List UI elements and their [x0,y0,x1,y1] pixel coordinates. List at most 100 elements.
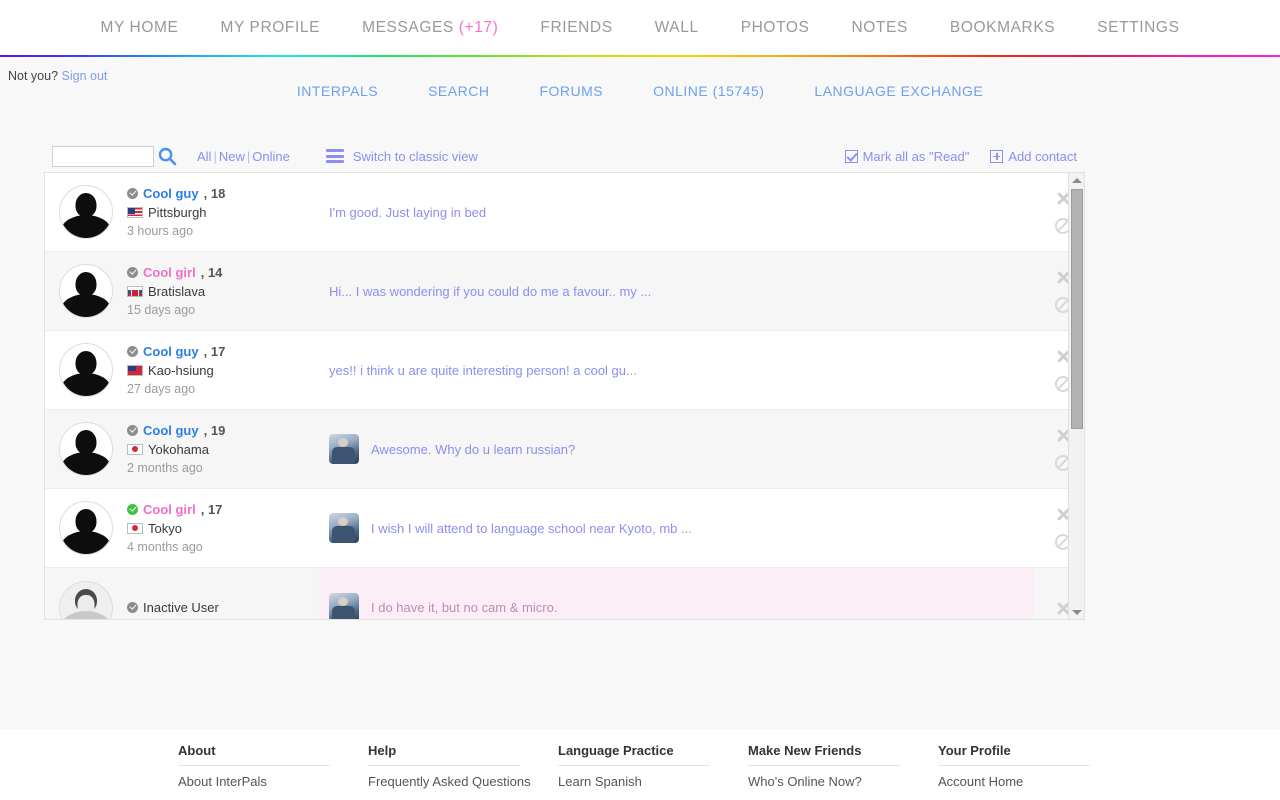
offline-status-icon [127,424,138,436]
subnav-item-online-15745[interactable]: ONLINE (15745) [628,83,789,99]
footer-column: About About InterPals [178,743,368,792]
message-preview[interactable]: Awesome. Why do u learn russian? [319,410,1034,488]
user-location-line: Bratislava [127,282,319,301]
avatar[interactable] [59,580,113,619]
search-box[interactable] [52,145,154,167]
message-row[interactable]: Cool guy, 18 Pittsburgh 3 hours ago I'm goo… [45,173,1084,252]
user-city: Tokyo [148,520,182,536]
nav-item-label: FRIENDS [540,18,613,36]
user-meta: Cool girl, 17 Tokyo 4 months ago [127,500,319,557]
user-location-line: Pittsburgh [127,203,319,222]
filter-links: All | New | Online [197,149,290,164]
scroll-up-arrow[interactable] [1069,173,1084,187]
user-name-line: Cool guy, 19 [127,421,319,440]
user-name[interactable]: Cool guy [143,342,199,361]
add-contact-button[interactable]: Add contact [990,149,1077,164]
nav-item-friends[interactable]: FRIENDS [519,19,633,37]
avatar[interactable] [59,264,113,318]
subnav-item-language-exchange[interactable]: LANGUAGE EXCHANGE [789,83,1008,99]
site-footer: About About InterPals Help Frequently Asked… [0,729,1280,792]
avatar[interactable] [59,343,113,397]
message-text: I wish I will attend to language school … [371,520,692,536]
flag-icon-jp [127,522,143,534]
list-scrollbar[interactable] [1068,173,1084,619]
nav-item-photos[interactable]: PHOTOS [720,19,831,37]
search-input[interactable] [53,147,137,165]
user-name[interactable]: Cool guy [143,184,199,203]
nav-item-messages[interactable]: MESSAGES (+17) [341,19,519,37]
nav-item-label: NOTES [851,18,908,36]
nav-item-settings[interactable]: SETTINGS [1076,19,1200,37]
offline-status-icon [127,345,138,357]
user-name[interactable]: Cool guy [143,421,199,440]
footer-column: Your Profile Account Home [938,743,1128,792]
message-thumbnail[interactable] [329,434,359,464]
primary-navigation: MY HOME MY PROFILE MESSAGES (+17) FRIENDS WA… [0,0,1280,55]
user-name[interactable]: Cool girl [143,263,196,282]
nav-item-bookmarks[interactable]: BOOKMARKS [929,19,1076,37]
mark-all-read-button[interactable]: Mark all as "Read" [844,148,970,164]
footer-link[interactable]: Who's Online Now? [748,772,938,792]
message-preview[interactable]: I'm good. Just laying in bed [319,173,1034,251]
subnav-item-search[interactable]: SEARCH [403,83,514,99]
user-name[interactable]: Inactive User [143,598,219,617]
user-meta: Inactive User [127,598,319,617]
user-age: , 19 [203,422,226,438]
message-row[interactable]: Cool girl, 17 Tokyo 4 months ago I wish I w… [45,489,1084,568]
user-age: , 18 [203,185,226,201]
secondary-navigation: INTERPALS SEARCH FORUMS ONLINE (15745) LANGU… [0,57,1280,99]
scrollbar-thumb[interactable] [1071,189,1083,429]
switch-classic-view-link[interactable]: Switch to classic view [353,149,478,164]
nav-item-my-home[interactable]: MY HOME [79,19,199,37]
add-contact-label: Add contact [1008,148,1077,164]
message-thumbnail[interactable] [329,592,359,619]
message-thumbnail[interactable] [329,513,359,543]
message-preview[interactable]: Hi... I was wondering if you could do me… [319,252,1034,330]
footer-column-title: Help [368,743,520,766]
avatar[interactable] [59,422,113,476]
message-cell: Awesome. Why do u learn russian? [319,410,1042,488]
message-cell: Hi... I was wondering if you could do me… [319,252,1042,330]
nav-item-notes[interactable]: NOTES [830,19,928,37]
footer-link[interactable]: Learn Spanish [558,772,748,792]
message-preview[interactable]: I wish I will attend to language school … [319,489,1034,567]
offline-status-icon [127,266,138,278]
not-you-label: Not you? [8,69,59,83]
filter-online-link[interactable]: Online [252,149,290,164]
footer-column-title: Make New Friends [748,743,900,766]
message-preview[interactable]: yes!! i think u are quite interesting pe… [319,331,1034,409]
hamburger-icon[interactable] [325,149,344,163]
search-icon[interactable] [156,145,178,167]
filter-all-link[interactable]: All [197,149,211,164]
footer-link[interactable]: About InterPals [178,772,368,792]
message-row[interactable]: Cool guy, 17 Kao-hsiung 27 days ago yes!! i… [45,331,1084,410]
message-text: I do have it, but no cam & micro. [371,600,558,615]
nav-item-my-profile[interactable]: MY PROFILE [199,19,341,37]
filter-new-link[interactable]: New [219,149,245,164]
scroll-down-arrow[interactable] [1069,605,1084,619]
checkbox-icon [844,149,858,163]
sign-out-link[interactable]: Sign out [62,69,108,83]
footer-link[interactable]: Account Home [938,772,1128,792]
nav-item-label: MY PROFILE [220,18,321,36]
user-age: , 17 [203,343,226,359]
message-timestamp: 15 days ago [127,302,196,317]
user-name[interactable]: Cool girl [143,500,196,519]
flag-icon-jp [127,443,143,455]
avatar[interactable] [59,185,113,239]
subnav-item-forums[interactable]: FORUMS [514,83,628,99]
message-row[interactable]: Inactive User I do have it, but no cam & … [45,568,1084,619]
mark-all-read-label: Mark all as "Read" [862,148,970,164]
flag-icon-tw [127,364,143,376]
footer-link[interactable]: Frequently Asked Questions [368,772,558,792]
avatar[interactable] [59,501,113,555]
nav-item-label: MY HOME [100,18,179,36]
message-row[interactable]: Cool girl, 14 Bratislava 15 days ago Hi... … [45,252,1084,331]
footer-columns: About About InterPals Help Frequently Asked… [178,743,1280,792]
nav-item-label: WALL [654,18,699,36]
messages-count-badge: (+17) [458,18,499,36]
message-preview-unread[interactable]: I do have it, but no cam & micro. [319,568,1034,619]
nav-item-wall[interactable]: WALL [634,19,720,37]
subnav-item-interpals[interactable]: INTERPALS [272,83,403,99]
message-row[interactable]: Cool guy, 19 Yokohama 2 months ago Awesome.… [45,410,1084,489]
